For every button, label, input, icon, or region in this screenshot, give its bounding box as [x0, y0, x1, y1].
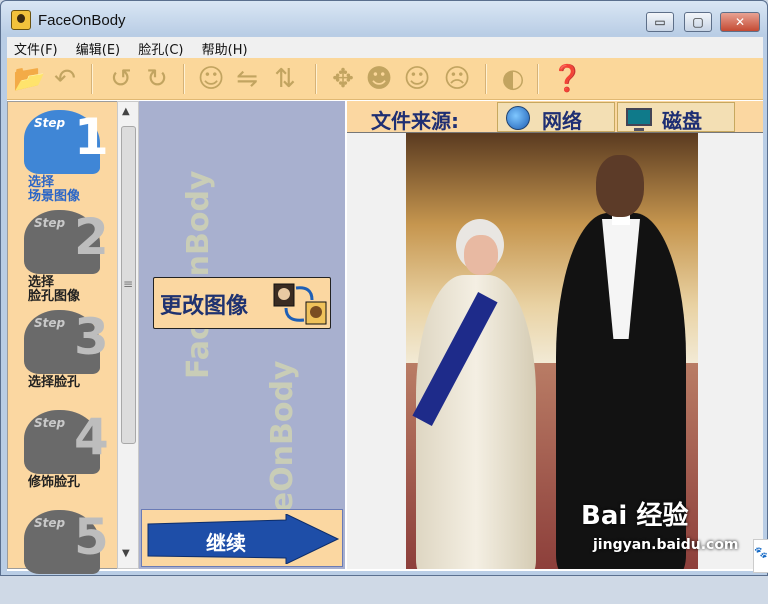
- app-window: FaceOnBody ▭ ▢ ✕ 文件(F) 编辑(E) 脸孔(C) 帮助(H)…: [0, 0, 768, 576]
- action-panel: FaceOnBody FaceOnBody: [139, 101, 345, 569]
- source-label: 文件来源:: [371, 109, 459, 133]
- scroll-down-icon[interactable]: ▼: [122, 548, 130, 559]
- disk-label: 磁盘: [662, 109, 702, 133]
- flip-horizontal-icon[interactable]: ⇋: [231, 62, 263, 96]
- step-number: 2: [74, 208, 109, 266]
- maximize-button[interactable]: ▢: [684, 12, 712, 32]
- toolbar-separator: [91, 64, 93, 94]
- step-caption: 选择脸孔: [28, 375, 81, 390]
- disk-source-button[interactable]: 磁盘: [617, 102, 735, 133]
- change-image-button[interactable]: 更改图像: [153, 277, 331, 329]
- toolbar-separator: [183, 64, 185, 94]
- menu-file[interactable]: 文件(F): [7, 37, 65, 58]
- baidu-watermark: Bai 经验 jingyan.baidu.com: [581, 495, 739, 553]
- step-5[interactable]: Step 5: [18, 506, 113, 604]
- face-edit-icon[interactable]: ☺: [195, 62, 227, 96]
- step-head: Step 2: [24, 208, 109, 274]
- step-head: Step 5: [24, 508, 109, 574]
- step-caption: 修饰脸孔: [28, 475, 81, 490]
- step-caption: 选择 脸孔图像: [28, 275, 81, 304]
- continue-label: 继续: [206, 531, 246, 555]
- rotate-right-icon[interactable]: ↻: [141, 62, 173, 96]
- watermark-brand: Bai 经验: [581, 501, 689, 531]
- step-number: 3: [74, 308, 109, 366]
- face-outline-icon[interactable]: ◐: [497, 62, 529, 96]
- face-adjust-icon[interactable]: ☻: [363, 62, 395, 96]
- close-button[interactable]: ✕: [720, 12, 760, 32]
- change-image-label: 更改图像: [160, 294, 249, 319]
- minimize-button[interactable]: ▭: [646, 12, 674, 32]
- step-number: 1: [74, 108, 109, 166]
- globe-icon: [506, 106, 530, 130]
- step-label: Step: [34, 516, 66, 530]
- rotate-left-icon[interactable]: ↺: [105, 62, 137, 96]
- paw-icon: [753, 539, 768, 573]
- step-number: 4: [74, 408, 109, 466]
- step-4[interactable]: Step 4 修饰脸孔: [18, 406, 113, 504]
- step-head: Step 1: [24, 108, 109, 174]
- flip-vertical-icon[interactable]: ⇅: [269, 62, 301, 96]
- network-label: 网络: [542, 109, 582, 133]
- photo-person-left: [412, 219, 536, 569]
- menu-bar: 文件(F) 编辑(E) 脸孔(C) 帮助(H): [7, 37, 763, 58]
- step-label: Step: [34, 416, 66, 430]
- grip-icon: ≡: [123, 277, 134, 291]
- watermark-text: FaceOnBody: [181, 170, 216, 379]
- steps-scrollbar[interactable]: ▲ ≡ ▼: [117, 101, 139, 569]
- undo-icon[interactable]: ↶: [49, 62, 81, 96]
- toolbar-separator: [315, 64, 317, 94]
- network-source-button[interactable]: 网络: [497, 102, 615, 133]
- step-label: Step: [34, 216, 66, 230]
- step-label: Step: [34, 316, 66, 330]
- scroll-thumb[interactable]: ≡: [121, 126, 136, 444]
- continue-button[interactable]: 继续: [141, 509, 343, 567]
- step-number: 5: [74, 508, 109, 566]
- title-bar[interactable]: FaceOnBody ▭ ▢ ✕: [1, 1, 767, 35]
- step-label: Step: [34, 116, 66, 130]
- step-caption: 选择 场景图像: [28, 175, 81, 204]
- face-shape-icon[interactable]: ☹: [441, 62, 473, 96]
- swap-images-icon: [273, 283, 327, 325]
- toolbar-separator: [485, 64, 487, 94]
- monitor-icon: [626, 108, 652, 131]
- app-icon: [11, 10, 31, 30]
- menu-help[interactable]: 帮助(H): [195, 37, 255, 58]
- toolbar-separator: [537, 64, 539, 94]
- menu-face[interactable]: 脸孔(C): [131, 37, 190, 58]
- step-head: Step 3: [24, 308, 109, 374]
- toolbar: 📂 ↶ ↺ ↻ ☺ ⇋ ⇅ ✥ ☻ ☺ ☹ ◐ ❓: [7, 58, 763, 100]
- menu-edit[interactable]: 编辑(E): [69, 37, 127, 58]
- watermark-url: jingyan.baidu.com: [593, 537, 739, 553]
- step-1[interactable]: Step 1 选择 场景图像: [18, 106, 113, 204]
- step-3[interactable]: Step 3 选择脸孔: [18, 306, 113, 404]
- face-tone-icon[interactable]: ☺: [401, 62, 433, 96]
- scroll-up-icon[interactable]: ▲: [122, 106, 130, 117]
- steps-panel: Step 1 选择 场景图像 Step 2 选择 脸孔图像 Step 3 选择脸…: [7, 101, 118, 574]
- step-2[interactable]: Step 2 选择 脸孔图像: [18, 206, 113, 304]
- open-folder-icon[interactable]: 📂: [13, 62, 45, 96]
- move-icon[interactable]: ✥: [327, 62, 359, 96]
- help-icon[interactable]: ❓: [551, 62, 583, 96]
- step-head: Step 4: [24, 408, 109, 474]
- window-title: FaceOnBody: [38, 12, 126, 29]
